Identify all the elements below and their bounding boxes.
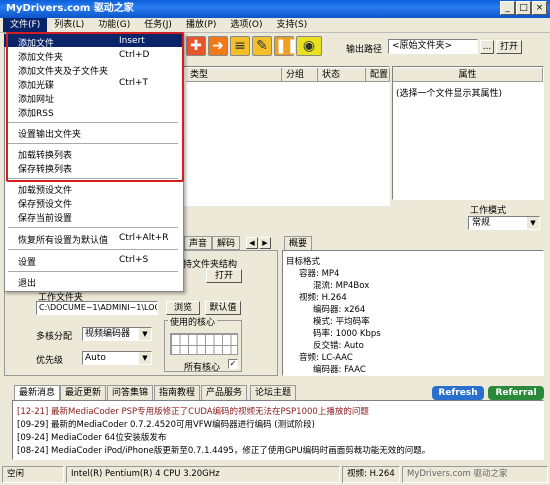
shortcut-label: Ctrl+Alt+R bbox=[119, 233, 169, 243]
wrench-icon[interactable]: ✎ bbox=[252, 36, 272, 56]
menu-load-preset[interactable]: 加载预设文件 bbox=[18, 183, 72, 196]
col-group[interactable]: 分组 bbox=[282, 68, 318, 82]
menu-save-settings[interactable]: 保存当前设置 bbox=[18, 211, 72, 224]
news-item[interactable]: [09-29] 最新的MediaCoder 0.7.2.4520可用VFW编码器… bbox=[17, 418, 315, 430]
tab-faq[interactable]: 问答集锦 bbox=[107, 385, 154, 400]
col-config[interactable]: 配置 bbox=[366, 68, 390, 82]
properties-hint: (选择一个文件显示其属性) bbox=[396, 89, 503, 99]
menu-bar: 文件(F) 列表(L) 功能(G) 任务(J) 播放(P) 选项(O) 支持(S… bbox=[0, 18, 550, 33]
work-mode-select[interactable]: 常规 ▼ bbox=[468, 216, 540, 230]
all-cores-checkbox[interactable]: ✓ bbox=[228, 359, 238, 369]
tree-item[interactable]: 码率: 1000 Kbps bbox=[313, 327, 381, 339]
remove-icon[interactable]: ✚ bbox=[186, 36, 206, 56]
tab-guides[interactable]: 指南教程 bbox=[154, 385, 201, 400]
menu-reset-defaults[interactable]: 恢复所有设置为默认值 bbox=[18, 233, 108, 246]
annotation-red-box bbox=[6, 32, 184, 182]
menu-separator bbox=[8, 271, 178, 272]
tree-item[interactable]: 容器: MP4 bbox=[299, 267, 339, 279]
pause-icon[interactable]: ❚❚ bbox=[274, 36, 298, 56]
cores-label: 使用的核心 bbox=[168, 315, 218, 328]
menu-task[interactable]: 任务(J) bbox=[137, 18, 179, 32]
tab-audio[interactable]: 声音 bbox=[184, 236, 213, 250]
news-item[interactable]: [08-24] MediaCoder iPod/iPhone版更新至0.7.1.… bbox=[17, 444, 430, 456]
tab-products[interactable]: 产品服务 bbox=[201, 385, 248, 400]
multicore-value: 视频编码器 bbox=[85, 329, 131, 339]
tab-decode[interactable]: 解码 bbox=[212, 236, 241, 250]
menu-options[interactable]: 选项(O) bbox=[223, 18, 269, 32]
work-folder-field[interactable]: C:\DOCUME~1\ADMINI~1\LOC bbox=[36, 301, 158, 315]
minimize-button[interactable]: _ bbox=[500, 1, 515, 15]
menu-save-preset[interactable]: 保存预设文件 bbox=[18, 197, 72, 210]
chevron-down-icon[interactable]: ▼ bbox=[139, 328, 151, 340]
referral-button[interactable]: Referral bbox=[488, 386, 544, 400]
status-state: 空闲 bbox=[2, 466, 64, 483]
menu-function[interactable]: 功能(G) bbox=[91, 18, 137, 32]
chevron-down-icon[interactable]: ▼ bbox=[527, 217, 539, 229]
priority-select[interactable]: Auto ▼ bbox=[82, 351, 152, 365]
refresh-button[interactable]: Refresh bbox=[432, 386, 484, 400]
tab-updates[interactable]: 最近更新 bbox=[60, 385, 107, 400]
panel-browse-button[interactable]: 浏览 bbox=[166, 301, 200, 315]
overview-tree[interactable]: 目标格式 容器: MP4 混流: MP4Box 视频: H.264 编码器: x… bbox=[282, 250, 544, 376]
menu-settings[interactable]: 设置 bbox=[18, 255, 36, 268]
output-path-field[interactable]: <原始文件夹> bbox=[388, 39, 478, 54]
tree-item[interactable]: 模式: 平均码率 bbox=[313, 315, 370, 327]
multicore-select[interactable]: 视频编码器 ▼ bbox=[82, 327, 152, 341]
tab-forum[interactable]: 论坛主题 bbox=[250, 385, 297, 400]
news-item[interactable]: [12-21] 最新MediaCoder PSP专用版修正了CUDA编码的视频无… bbox=[17, 405, 369, 417]
menu-play[interactable]: 播放(P) bbox=[179, 18, 223, 32]
menu-separator bbox=[8, 249, 178, 250]
output-path-label: 输出路径 bbox=[346, 45, 383, 55]
browse-output-button[interactable]: ... bbox=[480, 40, 494, 54]
menu-separator bbox=[8, 227, 178, 228]
work-folder-value: C:\DOCUME~1\ADMINI~1\LOC bbox=[39, 303, 158, 312]
chevron-down-icon[interactable]: ▼ bbox=[139, 352, 151, 364]
multicore-label: 多核分配 bbox=[36, 332, 73, 342]
refresh-label: Refresh bbox=[438, 388, 478, 398]
panel-default-button[interactable]: 默认值 bbox=[205, 301, 241, 315]
status-watermark: MyDrivers.com 驱动之家 bbox=[402, 466, 548, 483]
tab-news[interactable]: 最新消息 bbox=[14, 385, 61, 400]
news-item[interactable]: [09-24] MediaCoder 64位安装版发布 bbox=[17, 431, 166, 443]
menu-exit[interactable]: 退出 bbox=[18, 276, 36, 289]
work-mode-label: 工作模式 bbox=[470, 206, 507, 216]
tree-item[interactable]: 编码器: FAAC bbox=[313, 363, 366, 375]
news-panel: [12-21] 最新MediaCoder PSP专用版修正了CUDA编码的视频无… bbox=[12, 400, 544, 460]
panel-open-button[interactable]: 打开 bbox=[206, 269, 242, 283]
tree-item[interactable]: 音频: LC-AAC bbox=[299, 351, 353, 363]
shortcut-label: Ctrl+S bbox=[119, 255, 149, 265]
tree-item[interactable]: 反交错: Auto bbox=[313, 339, 364, 351]
priority-value: Auto bbox=[85, 353, 106, 363]
output-path-value: <原始文件夹> bbox=[392, 41, 453, 51]
list-icon[interactable]: ≡ bbox=[230, 36, 250, 56]
tab-overview[interactable]: 概要 bbox=[284, 236, 313, 250]
col-status[interactable]: 状态 bbox=[318, 68, 366, 82]
tree-item[interactable]: 目标格式 bbox=[286, 255, 320, 267]
maximize-button[interactable]: □ bbox=[516, 1, 531, 15]
start-icon[interactable]: ◉ bbox=[296, 36, 322, 56]
tree-item[interactable]: 编码器: x264 bbox=[313, 303, 365, 315]
tree-item[interactable]: 视频: H.264 bbox=[299, 291, 347, 303]
open-output-button[interactable]: 打开 bbox=[496, 40, 522, 54]
close-button[interactable]: × bbox=[532, 1, 547, 15]
tab-left-icon[interactable]: ◀ bbox=[246, 237, 258, 249]
status-cpu: Intel(R) Pentium(R) 4 CPU 3.20GHz bbox=[66, 466, 340, 483]
menu-list[interactable]: 列表(L) bbox=[47, 18, 91, 32]
menu-file[interactable]: 文件(F) bbox=[3, 18, 48, 32]
cores-grid[interactable] bbox=[170, 333, 238, 355]
tab-right-icon[interactable]: ▶ bbox=[259, 237, 271, 249]
referral-label: Referral bbox=[495, 388, 537, 398]
menu-support[interactable]: 支持(S) bbox=[270, 18, 315, 32]
all-cores-label: 所有核心 bbox=[184, 363, 221, 373]
status-video: 视频: H.264 bbox=[342, 466, 400, 483]
window-title: MyDrivers.com 驱动之家 bbox=[6, 3, 134, 14]
priority-label: 优先级 bbox=[36, 356, 64, 366]
tree-item[interactable]: 混流: MP4Box bbox=[313, 279, 369, 291]
title-bar: MyDrivers.com 驱动之家 bbox=[0, 0, 550, 18]
properties-header: 属性 bbox=[393, 68, 543, 82]
work-mode-value: 常规 bbox=[472, 218, 491, 228]
arrow-icon[interactable]: ➜ bbox=[208, 36, 228, 56]
col-type[interactable]: 类型 bbox=[186, 68, 282, 82]
